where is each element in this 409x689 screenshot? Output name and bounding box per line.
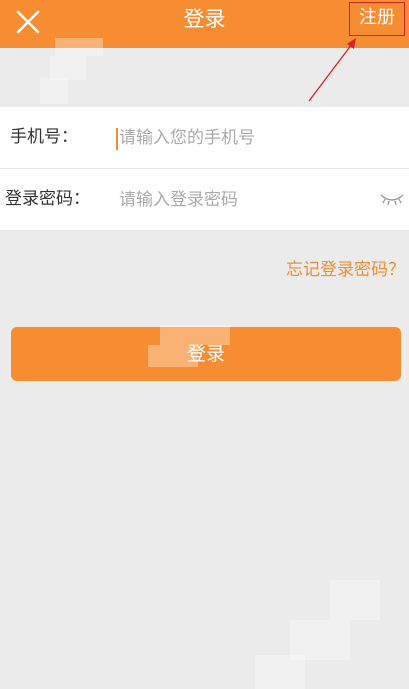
header-bar: 登录 注册 bbox=[0, 0, 409, 48]
close-button[interactable] bbox=[12, 6, 44, 38]
password-row: 登录密码： bbox=[0, 169, 409, 230]
login-button[interactable]: 登录 bbox=[11, 327, 401, 381]
password-input[interactable] bbox=[115, 184, 369, 216]
phone-input[interactable] bbox=[115, 122, 369, 154]
close-icon bbox=[16, 10, 40, 34]
watermark bbox=[40, 78, 68, 104]
text-cursor bbox=[116, 128, 118, 150]
phone-row: 手机号： bbox=[0, 107, 409, 168]
watermark bbox=[290, 620, 350, 660]
phone-label: 手机号： bbox=[10, 127, 78, 147]
forgot-password-link[interactable]: 忘记登录密码？ bbox=[286, 255, 405, 280]
watermark bbox=[330, 580, 380, 620]
register-button[interactable]: 注册 bbox=[349, 2, 405, 36]
password-label: 登录密码： bbox=[5, 189, 90, 209]
watermark bbox=[255, 655, 305, 689]
page-title: 登录 bbox=[183, 7, 226, 31]
password-visibility-toggle[interactable] bbox=[378, 187, 406, 211]
watermark bbox=[50, 56, 86, 80]
eye-closed-icon bbox=[380, 194, 404, 206]
login-form: 手机号： 登录密码： bbox=[0, 107, 409, 230]
